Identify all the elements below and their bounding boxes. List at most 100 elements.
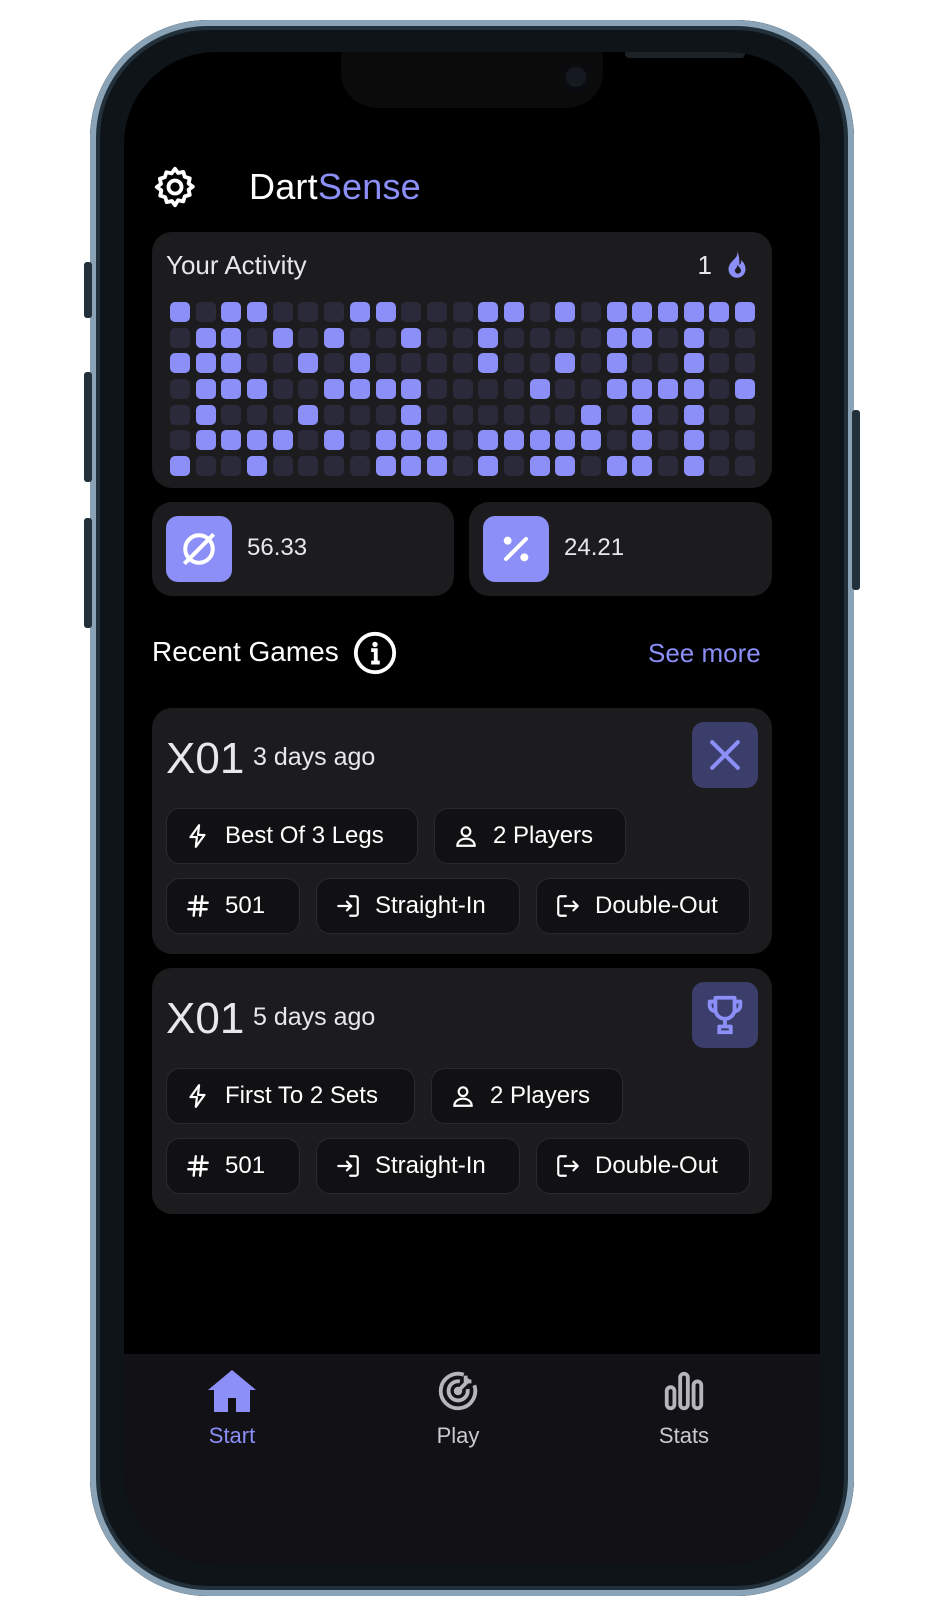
bolt-icon bbox=[189, 1084, 206, 1108]
login-icon bbox=[337, 1155, 359, 1177]
format-label: First To 2 Sets bbox=[225, 1082, 378, 1109]
activity-day-cell bbox=[375, 430, 396, 451]
out-rule-chip: Double-Out bbox=[536, 1138, 750, 1194]
game-card[interactable]: X01 5 days ago First To 2 Sets 2 Players… bbox=[152, 968, 772, 1214]
activity-day-cell bbox=[658, 379, 679, 400]
power-button bbox=[852, 410, 860, 590]
activity-day-cell bbox=[298, 353, 319, 374]
activity-day-cell bbox=[221, 430, 242, 451]
activity-day-cell bbox=[606, 353, 627, 374]
win-badge bbox=[692, 982, 758, 1048]
activity-day-cell bbox=[401, 302, 422, 322]
activity-day-cell bbox=[529, 353, 550, 374]
activity-day-cell bbox=[709, 379, 730, 400]
activity-day-cell bbox=[658, 327, 679, 348]
activity-day-cell bbox=[478, 404, 499, 425]
activity-day-cell bbox=[581, 379, 601, 400]
camera-icon bbox=[561, 62, 591, 92]
activity-day-cell bbox=[247, 353, 268, 374]
in-rule-chip: Straight-In bbox=[316, 1138, 520, 1194]
streak-counter: 1 bbox=[698, 248, 754, 282]
activity-day-cell bbox=[452, 430, 473, 451]
activity-day-cell bbox=[683, 404, 704, 425]
activity-day-cell bbox=[632, 430, 653, 451]
activity-day-cell bbox=[709, 430, 730, 451]
nav-play-label: Play bbox=[436, 1423, 480, 1448]
activity-day-cell bbox=[195, 379, 216, 400]
activity-day-cell bbox=[683, 353, 704, 374]
activity-day-cell bbox=[324, 302, 345, 322]
activity-day-cell bbox=[272, 456, 293, 477]
activity-day-cell bbox=[478, 353, 499, 374]
activity-day-cell bbox=[324, 456, 345, 477]
mute-switch bbox=[84, 262, 92, 318]
see-more-link[interactable]: See more bbox=[648, 638, 761, 669]
screen: DartSense Your Activity 1 56.33 24.21 Re… bbox=[124, 52, 820, 1564]
activity-day-cell bbox=[221, 404, 242, 425]
recent-games-title: Recent Games bbox=[152, 636, 339, 667]
activity-day-cell bbox=[529, 327, 550, 348]
activity-day-cell bbox=[195, 404, 216, 425]
average-value: 56.33 bbox=[247, 534, 308, 561]
activity-day-cell bbox=[555, 404, 576, 425]
activity-day-cell bbox=[247, 404, 268, 425]
checkout-stat-tile[interactable]: 24.21 bbox=[469, 502, 772, 596]
format-label: Best Of 3 Legs bbox=[225, 822, 384, 849]
activity-day-cell bbox=[529, 430, 550, 451]
app-header: DartSense bbox=[152, 162, 792, 212]
activity-day-cell bbox=[272, 379, 293, 400]
activity-day-cell bbox=[349, 456, 370, 477]
game-type: X01 bbox=[166, 994, 245, 1043]
activity-day-cell bbox=[247, 379, 268, 400]
activity-day-cell bbox=[298, 430, 319, 451]
score-label: 501 bbox=[225, 1152, 266, 1179]
activity-day-cell bbox=[735, 379, 756, 400]
out-rule-chip: Double-Out bbox=[536, 878, 750, 934]
activity-day-cell bbox=[221, 302, 242, 322]
activity-day-cell bbox=[298, 302, 319, 322]
hash-icon bbox=[187, 895, 209, 917]
login-icon bbox=[337, 895, 359, 917]
activity-day-cell bbox=[735, 353, 756, 374]
activity-day-cell bbox=[170, 379, 190, 400]
activity-day-cell bbox=[606, 302, 627, 322]
activity-day-cell bbox=[401, 404, 422, 425]
activity-day-cell bbox=[272, 404, 293, 425]
info-icon[interactable] bbox=[352, 630, 398, 676]
in-rule-label: Straight-In bbox=[375, 1152, 486, 1179]
volume-down-button bbox=[84, 518, 92, 628]
activity-day-cell bbox=[195, 353, 216, 374]
activity-day-cell bbox=[683, 379, 704, 400]
nav-start[interactable]: Start bbox=[162, 1368, 302, 1449]
activity-day-cell bbox=[195, 327, 216, 348]
activity-day-cell bbox=[401, 430, 422, 451]
activity-day-cell bbox=[503, 404, 524, 425]
activity-day-cell bbox=[324, 353, 345, 374]
average-stat-tile[interactable]: 56.33 bbox=[152, 502, 454, 596]
activity-day-cell bbox=[349, 379, 370, 400]
activity-day-cell bbox=[529, 379, 550, 400]
game-card[interactable]: X01 3 days ago Best Of 3 Legs 2 Players … bbox=[152, 708, 772, 954]
nav-stats[interactable]: Stats bbox=[614, 1368, 754, 1449]
activity-day-cell bbox=[452, 302, 473, 322]
activity-day-cell bbox=[349, 302, 370, 322]
activity-day-cell bbox=[452, 353, 473, 374]
activity-day-cell bbox=[170, 327, 190, 348]
activity-day-cell bbox=[503, 353, 524, 374]
nav-play[interactable]: Play bbox=[388, 1368, 528, 1449]
gear-icon[interactable] bbox=[152, 164, 198, 210]
game-type: X01 bbox=[166, 734, 245, 783]
activity-day-cell bbox=[632, 379, 653, 400]
activity-day-cell bbox=[452, 404, 473, 425]
activity-day-cell bbox=[632, 302, 653, 322]
activity-day-cell bbox=[632, 456, 653, 477]
activity-day-cell bbox=[478, 379, 499, 400]
percent-icon bbox=[483, 516, 549, 582]
activity-day-cell bbox=[529, 404, 550, 425]
activity-day-cell bbox=[478, 327, 499, 348]
activity-day-cell bbox=[503, 327, 524, 348]
activity-day-cell bbox=[298, 456, 319, 477]
activity-day-cell bbox=[606, 430, 627, 451]
home-icon bbox=[208, 1370, 256, 1412]
activity-day-cell bbox=[555, 302, 576, 322]
